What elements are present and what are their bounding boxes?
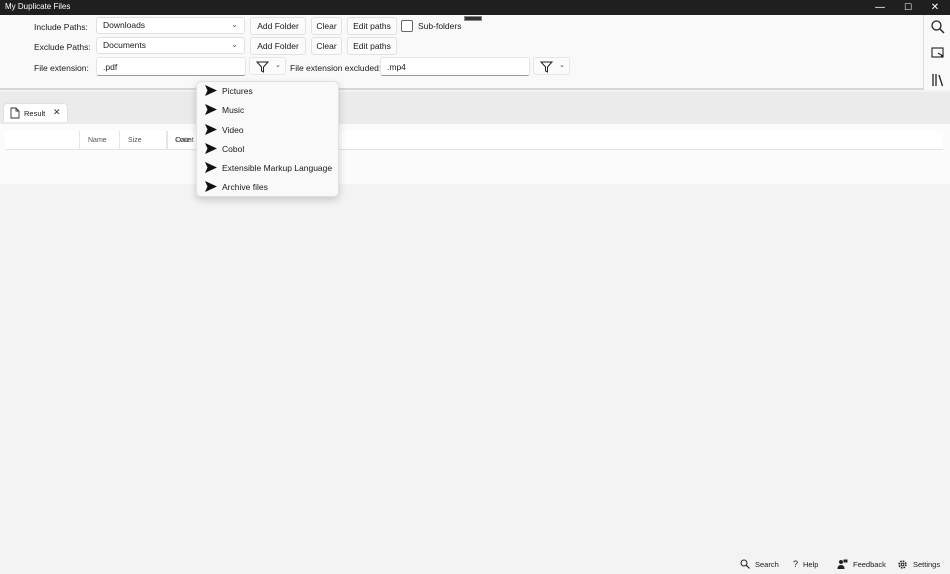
document-icon (10, 107, 20, 119)
exclude-edit-paths-button[interactable]: Edit paths (347, 37, 397, 55)
tooltip-indicator (464, 16, 482, 21)
right-rail (923, 15, 950, 90)
feedback-command-label: Feedback (853, 559, 886, 569)
excluded-filter-button[interactable]: ⌄ (533, 57, 570, 75)
chevron-down-icon: ⌄ (559, 62, 565, 69)
help-command-label: Help (803, 559, 819, 569)
send-arrow-icon (205, 162, 217, 173)
menu-item-label: Extensible Markup Language (222, 163, 333, 173)
exclude-add-folder-button[interactable]: Add Folder (250, 37, 306, 55)
file-extension-label: File extension: (34, 63, 89, 73)
library-icon[interactable] (930, 72, 946, 88)
close-icon: ✕ (930, 2, 940, 13)
status-bar: Search ? Help Feedback Settings (0, 555, 950, 574)
settings-command-label: Settings (913, 559, 941, 569)
tab-result[interactable]: Result ✕ (3, 103, 68, 122)
exclude-paths-label: Exclude Paths: (34, 42, 91, 52)
send-arrow-icon (205, 181, 217, 192)
close-tab-icon[interactable]: ✕ (53, 107, 61, 118)
search-command-label: Search (755, 559, 779, 569)
search-command[interactable]: Search (740, 556, 779, 572)
include-clear-button[interactable]: Clear (311, 17, 342, 35)
send-arrow-icon (205, 104, 217, 115)
grid-header: Name Size Count Date (5, 131, 943, 150)
subfolders-checkbox[interactable] (401, 20, 413, 32)
send-arrow-icon (205, 85, 217, 96)
menu-item-xml[interactable]: Extensible Markup Language (197, 159, 338, 177)
settings-command[interactable]: Settings (897, 556, 940, 572)
include-add-folder-button[interactable]: Add Folder (250, 17, 306, 35)
filter-icon (256, 61, 269, 73)
path-toolbar: Include Paths: Downloads ⌄ Add Folder Cl… (0, 15, 950, 90)
menu-item-label: Archive files (222, 182, 268, 192)
exclude-paths-value: Documents (103, 40, 146, 50)
chevron-down-icon: ⌄ (231, 40, 238, 49)
menu-item-label: Music (222, 105, 245, 115)
chevron-down-icon: ⌄ (231, 20, 238, 29)
menu-item-cobol[interactable]: Cobol (197, 140, 338, 158)
app-title: My Duplicate Files (5, 2, 71, 11)
include-paths-value: Downloads (103, 20, 146, 30)
maximize-icon: ☐ (903, 2, 913, 12)
column-header-spacer (79, 131, 119, 150)
file-extension-excluded-input[interactable]: .mp4 (380, 57, 530, 76)
include-edit-paths-button[interactable]: Edit paths (347, 17, 397, 35)
menu-item-music[interactable]: Music (197, 101, 338, 119)
tab-label: Result (24, 109, 46, 118)
file-extension-input[interactable]: .pdf (96, 57, 246, 76)
export-icon[interactable] (930, 45, 946, 61)
title-bar: My Duplicate Files — ☐ ✕ (0, 0, 950, 15)
minimize-button[interactable]: — (866, 0, 894, 15)
menu-item-archive-files[interactable]: Archive files (197, 178, 338, 196)
extension-filter-menu: Pictures Music Video Cobol Extensible Ma… (196, 81, 339, 197)
menu-item-label: Cobol (222, 144, 245, 154)
help-command[interactable]: ? Help (793, 556, 818, 572)
extension-filter-button[interactable]: ⌄ (249, 57, 286, 75)
include-paths-combo[interactable]: Downloads ⌄ (96, 17, 245, 34)
gear-icon (898, 559, 907, 569)
column-header-size[interactable]: Size (119, 131, 160, 150)
feedback-icon (837, 559, 848, 569)
minimize-icon: — (875, 2, 885, 13)
filter-icon (540, 61, 553, 73)
subfolders-label: Sub-folders (418, 21, 462, 31)
exclude-clear-button[interactable]: Clear (311, 37, 342, 55)
maximize-button[interactable]: ☐ (894, 0, 922, 15)
file-extension-excluded-label: File extension excluded: (290, 63, 382, 73)
menu-item-video[interactable]: Video (197, 121, 338, 139)
include-paths-label: Include Paths: (34, 22, 88, 32)
menu-item-label: Pictures (222, 86, 253, 96)
tab-bar: Result ✕ (0, 92, 950, 124)
send-arrow-icon (205, 143, 217, 154)
chevron-down-icon: ⌄ (275, 62, 281, 69)
menu-item-pictures[interactable]: Pictures (197, 82, 338, 100)
search-icon (740, 559, 750, 569)
results-grid: Name Size Count Date (0, 124, 950, 184)
menu-item-label: Video (222, 125, 244, 135)
feedback-command[interactable]: Feedback (837, 556, 886, 572)
exclude-paths-combo[interactable]: Documents ⌄ (96, 37, 245, 54)
close-button[interactable]: ✕ (921, 0, 949, 15)
select-column-header[interactable] (5, 131, 33, 150)
search-icon[interactable] (930, 19, 946, 35)
send-arrow-icon (205, 124, 217, 135)
help-icon: ? (793, 559, 799, 569)
